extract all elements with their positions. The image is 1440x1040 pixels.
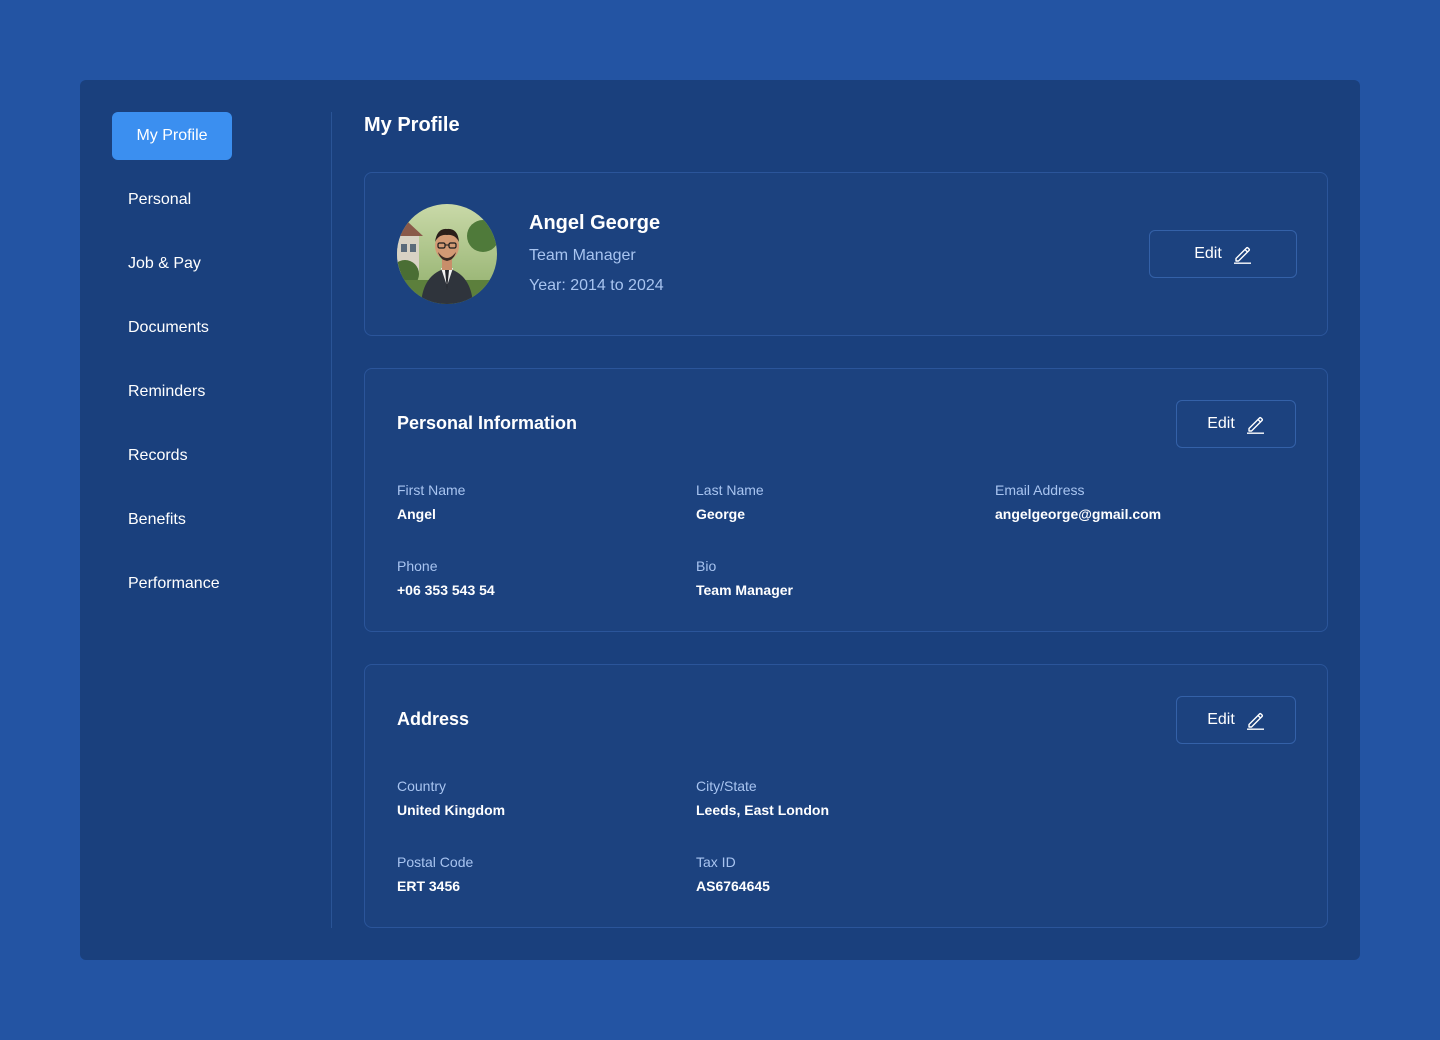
field-label-city-state: City/State [696,778,757,794]
profile-photo [397,204,497,304]
field-label-first-name: First Name [397,482,466,498]
sidebar: My Profile Personal Job & Pay Documents … [112,112,332,928]
edit-address-button[interactable]: Edit [1176,696,1296,744]
sidebar-item-records[interactable]: Records [112,432,188,480]
pencil-edit-icon [1233,246,1251,264]
sidebar-item-documents[interactable]: Documents [112,304,209,352]
field-label-country: Country [397,778,447,794]
sidebar-item-reminders[interactable]: Reminders [112,368,205,416]
edit-button-label: Edit [1207,415,1235,432]
pencil-edit-icon [1246,416,1264,434]
field-label-tax-id: Tax ID [696,854,736,870]
field-value-country: United Kingdom [397,802,506,818]
field-value-phone: +06 353 543 54 [397,582,495,598]
field-label-email: Email Address [995,482,1085,498]
field-label-postal-code: Postal Code [397,854,474,870]
field-value-email: angelgeorge@gmail.com [995,506,1162,522]
section-title-address: Address [397,709,470,729]
field-value-bio: Team Manager [696,582,793,598]
field-value-city-state: Leeds, East London [696,802,830,818]
edit-button-label: Edit [1194,245,1222,262]
profile-window: My Profile Personal Job & Pay Documents … [80,80,1360,960]
sidebar-item-benefits[interactable]: Benefits [112,496,186,544]
edit-profile-button[interactable]: Edit [1149,230,1297,278]
sidebar-item-performance[interactable]: Performance [112,560,220,608]
address-card: Address Edit Country United Kingdom City… [364,664,1328,928]
personal-information-card: Personal Information Edit First Name Ang… [364,368,1328,632]
profile-card: Angel George Team Manager Year: 2014 to … [364,172,1328,336]
profile-name: Angel George [529,212,661,234]
section-title-personal: Personal Information [397,413,578,433]
sidebar-item-my-profile[interactable]: My Profile [112,112,232,160]
profile-role: Team Manager [529,247,636,264]
edit-button-label: Edit [1207,711,1235,728]
avatar [397,204,497,304]
field-value-first-name: Angel [397,506,436,522]
main-content: My Profile Angel George Team Manager Yea… [364,112,1328,928]
field-value-tax-id: AS6764645 [696,878,770,894]
field-label-phone: Phone [397,558,438,574]
field-value-last-name: George [696,506,746,522]
edit-personal-button[interactable]: Edit [1176,400,1296,448]
sidebar-item-job-pay[interactable]: Job & Pay [112,240,201,288]
sidebar-item-personal[interactable]: Personal [112,176,191,224]
profile-years: Year: 2014 to 2024 [529,277,664,294]
field-label-bio: Bio [696,558,717,574]
pencil-edit-icon [1246,712,1264,730]
field-label-last-name: Last Name [696,482,764,498]
page-title: My Profile [364,114,460,136]
field-value-postal-code: ERT 3456 [397,878,461,894]
